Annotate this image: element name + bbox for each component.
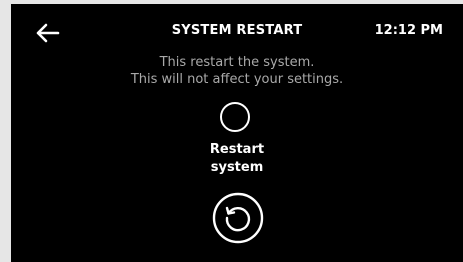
restart-system-radio[interactable] <box>220 102 250 132</box>
description-line-2: This will not affect your settings. <box>130 72 344 87</box>
restart-icon <box>212 192 264 244</box>
clock: 12:12 PM <box>374 23 443 38</box>
restart-screen: SYSTEM RESTART 12:12 PM This restart the… <box>11 4 463 262</box>
restart-option-label-line-2: system <box>210 160 264 175</box>
restart-button[interactable] <box>212 192 264 244</box>
description-line-1: This restart the system. <box>159 55 315 70</box>
restart-option-label-line-1: Restart <box>209 142 265 157</box>
